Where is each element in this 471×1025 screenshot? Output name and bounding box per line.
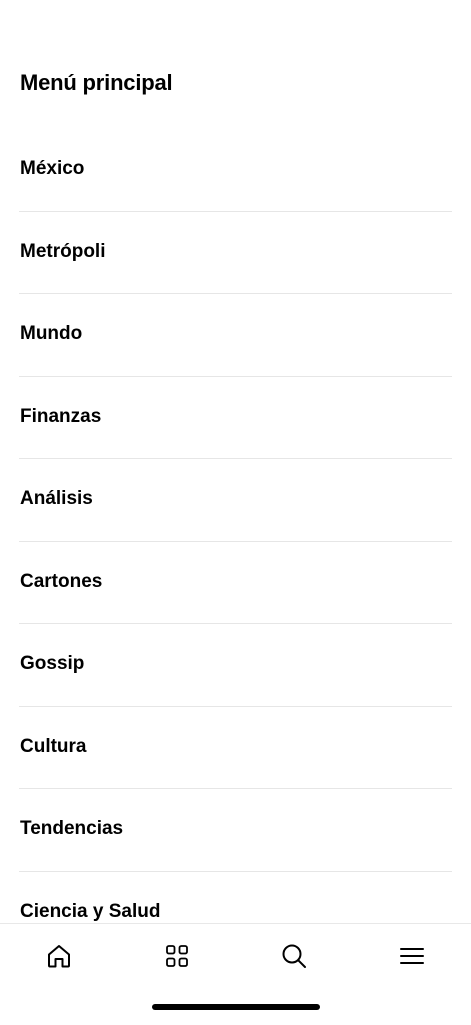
home-icon	[48, 945, 70, 968]
menu-item-cultura[interactable]: Cultura	[0, 707, 471, 790]
bottom-tab-bar	[0, 923, 471, 1025]
menu-item-gossip[interactable]: Gossip	[0, 624, 471, 707]
main-menu-list: México Metrópoli Mundo Finanzas Análisis…	[0, 129, 471, 923]
page-title: Menú principal	[20, 70, 173, 95]
grid-icon	[166, 945, 188, 967]
tab-home[interactable]	[39, 939, 79, 973]
menu-item-finanzas[interactable]: Finanzas	[0, 377, 471, 460]
home-indicator	[152, 1004, 320, 1010]
menu-item-tendencias[interactable]: Tendencias	[0, 789, 471, 872]
menu-item-cartones[interactable]: Cartones	[0, 542, 471, 625]
menu-item-mexico[interactable]: México	[0, 129, 471, 212]
menu-item-analisis[interactable]: Análisis	[0, 459, 471, 542]
menu-item-mundo[interactable]: Mundo	[0, 294, 471, 377]
tab-search[interactable]	[274, 939, 314, 973]
menu-item-ciencia-y-salud[interactable]: Ciencia y Salud	[0, 872, 471, 924]
menu-item-metropoli[interactable]: Metrópoli	[0, 212, 471, 295]
menu-icon	[400, 948, 424, 964]
tab-menu[interactable]	[392, 939, 432, 973]
search-icon	[282, 944, 306, 968]
tab-sections[interactable]	[157, 939, 197, 973]
